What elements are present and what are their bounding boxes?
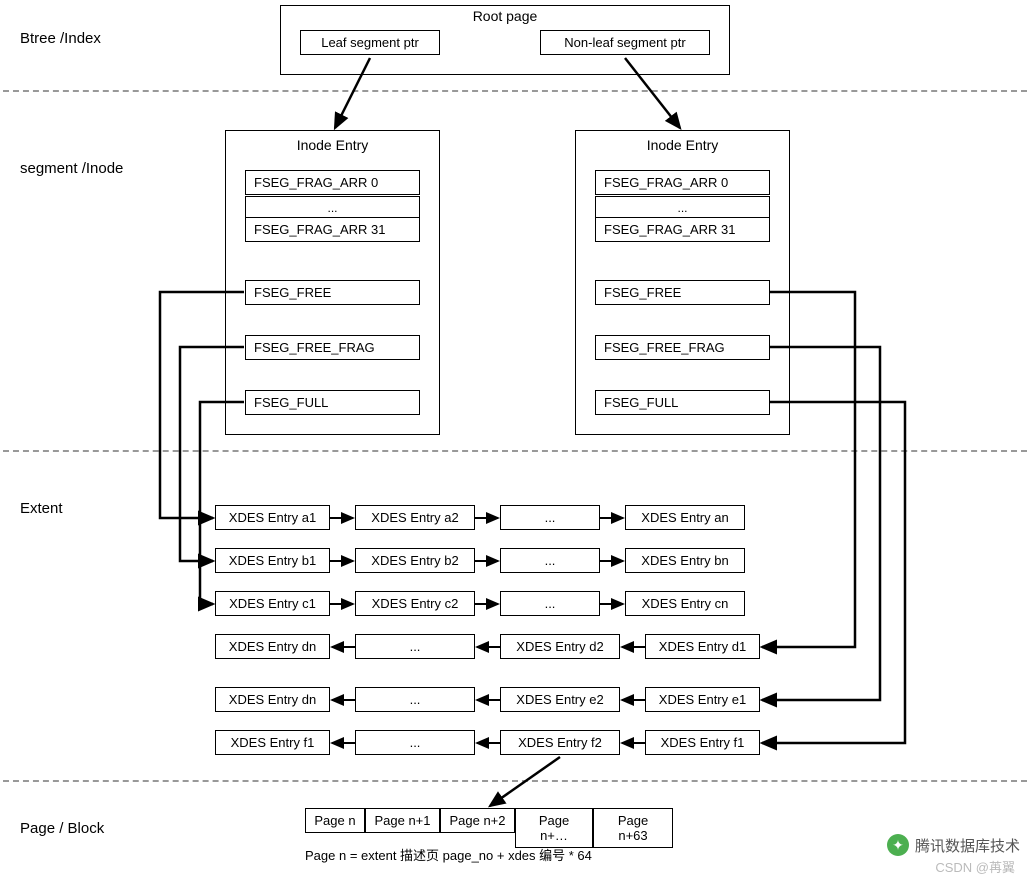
formula-text: Page n = extent 描述页 page_no + xdes 编号 * … — [305, 845, 592, 864]
separator-3 — [3, 780, 1027, 782]
xdes-d2: XDES Entry d2 — [500, 634, 620, 659]
separator-2 — [3, 450, 1027, 452]
watermark-csdn: CSDN @苒翼 — [935, 857, 1015, 876]
inode-left-title: Inode Entry — [226, 131, 439, 153]
inode-left-freefrag: FSEG_FREE_FRAG — [245, 335, 420, 360]
inode-left-free: FSEG_FREE — [245, 280, 420, 305]
inode-right-fragdots: ... — [595, 196, 770, 218]
watermark-tencent: ✦ 腾讯数据库技术 — [887, 834, 1020, 856]
xdes-e1: XDES Entry e1 — [645, 687, 760, 712]
inode-right-frag31: FSEG_FRAG_ARR 31 — [595, 217, 770, 242]
watermark-tencent-text: 腾讯数据库技术 — [915, 835, 1020, 856]
nonleaf-ptr: Non-leaf segment ptr — [540, 30, 710, 55]
inode-left-frag31: FSEG_FRAG_ARR 31 — [245, 217, 420, 242]
page-n3: Page n+… — [515, 808, 593, 848]
xdes-dn: XDES Entry dn — [215, 634, 330, 659]
label-segment: segment /Inode — [20, 160, 123, 177]
label-page: Page / Block — [20, 820, 104, 837]
xdes-c2: XDES Entry c2 — [355, 591, 475, 616]
xdes-f-dots: ... — [355, 730, 475, 755]
xdes-f1a: XDES Entry f1 — [215, 730, 330, 755]
xdes-b-dots: ... — [500, 548, 600, 573]
inode-left-frag0: FSEG_FRAG_ARR 0 — [245, 170, 420, 195]
xdes-d1: XDES Entry d1 — [645, 634, 760, 659]
label-btree: Btree /Index — [20, 30, 101, 47]
xdes-cn: XDES Entry cn — [625, 591, 745, 616]
inode-right-freefrag: FSEG_FREE_FRAG — [595, 335, 770, 360]
leaf-ptr: Leaf segment ptr — [300, 30, 440, 55]
xdes-e2: XDES Entry e2 — [500, 687, 620, 712]
page-n2: Page n+2 — [440, 808, 515, 833]
xdes-c1: XDES Entry c1 — [215, 591, 330, 616]
xdes-a2: XDES Entry a2 — [355, 505, 475, 530]
page-n63: Page n+63 — [593, 808, 673, 848]
inode-right-title: Inode Entry — [576, 131, 789, 153]
inode-left-full: FSEG_FULL — [245, 390, 420, 415]
xdes-a-dots: ... — [500, 505, 600, 530]
xdes-a1: XDES Entry a1 — [215, 505, 330, 530]
wechat-icon: ✦ — [887, 834, 909, 856]
inode-left-fragdots: ... — [245, 196, 420, 218]
page-n1: Page n+1 — [365, 808, 440, 833]
xdes-b2: XDES Entry b2 — [355, 548, 475, 573]
root-title: Root page — [281, 6, 729, 24]
xdes-an: XDES Entry an — [625, 505, 745, 530]
xdes-d-dots: ... — [355, 634, 475, 659]
inode-right-frag0: FSEG_FRAG_ARR 0 — [595, 170, 770, 195]
label-extent: Extent — [20, 500, 63, 517]
xdes-b1: XDES Entry b1 — [215, 548, 330, 573]
inode-right-free: FSEG_FREE — [595, 280, 770, 305]
xdes-f1b: XDES Entry f1 — [645, 730, 760, 755]
page-n: Page n — [305, 808, 365, 833]
xdes-e-dn: XDES Entry dn — [215, 687, 330, 712]
inode-right-full: FSEG_FULL — [595, 390, 770, 415]
xdes-f2: XDES Entry f2 — [500, 730, 620, 755]
xdes-e-dots: ... — [355, 687, 475, 712]
xdes-c-dots: ... — [500, 591, 600, 616]
xdes-bn: XDES Entry bn — [625, 548, 745, 573]
separator-1 — [3, 90, 1027, 92]
